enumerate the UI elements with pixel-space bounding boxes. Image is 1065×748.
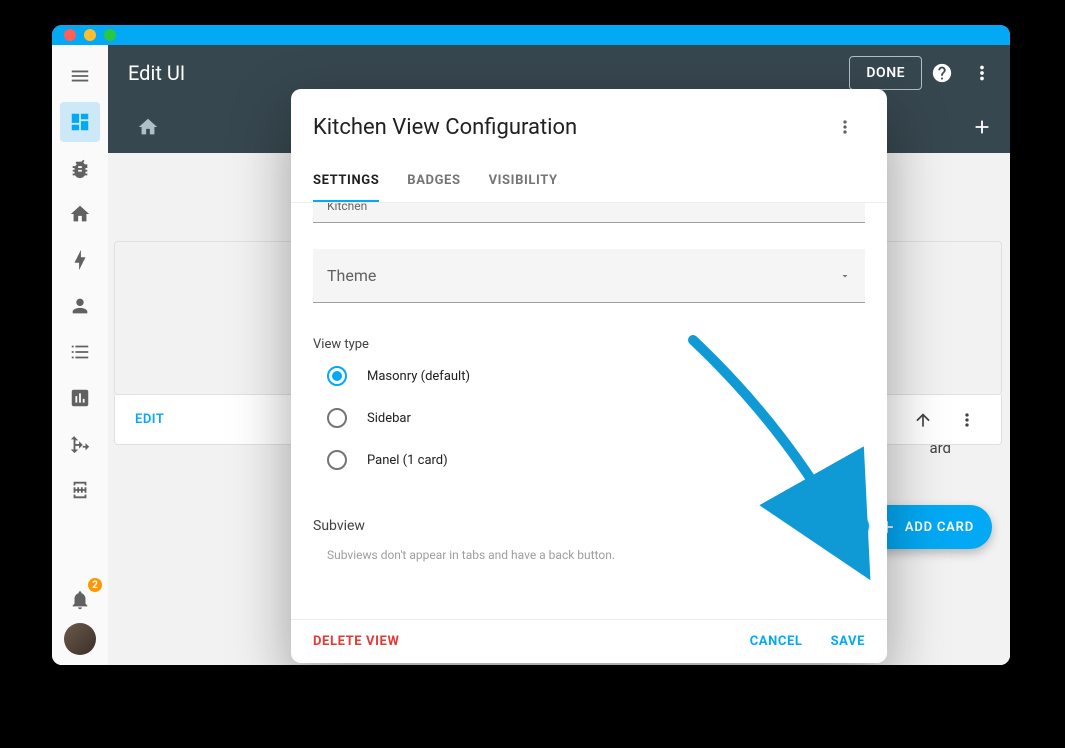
sidebar-item-home[interactable] (60, 194, 100, 234)
radio-panel[interactable]: Panel (1 card) (327, 450, 865, 470)
notification-badge: 2 (88, 578, 102, 592)
subview-label: Subview (313, 518, 365, 534)
name-field[interactable]: Kitchen (313, 203, 865, 223)
dialog-more-icon[interactable] (825, 107, 865, 147)
tab-settings[interactable]: SETTINGS (313, 163, 379, 202)
subview-toggle[interactable] (831, 518, 865, 534)
sidebar-item-person[interactable] (60, 286, 100, 326)
radio-sidebar[interactable]: Sidebar (327, 408, 865, 428)
sidebar-item-developer[interactable] (60, 470, 100, 510)
window-minimize-icon[interactable] (84, 29, 96, 41)
chevron-down-icon (839, 270, 851, 282)
app-shell: 2 Edit UI DONE (52, 45, 1010, 665)
menu-icon[interactable] (60, 56, 100, 96)
left-sidebar: 2 (52, 45, 108, 665)
view-type-label: View type (313, 337, 865, 352)
app-window: 2 Edit UI DONE (52, 25, 1010, 665)
view-type-radio-group: Masonry (default) Sidebar Panel (1 card) (313, 366, 865, 470)
radio-label: Masonry (default) (367, 369, 470, 384)
subview-help-text: Subviews don't appear in tabs and have a… (313, 548, 865, 562)
sidebar-item-energy[interactable] (60, 240, 100, 280)
tab-visibility[interactable]: VISIBILITY (489, 163, 558, 202)
avatar[interactable] (64, 623, 96, 655)
window-close-icon[interactable] (64, 29, 76, 41)
sidebar-item-overview[interactable] (60, 102, 100, 142)
delete-view-button[interactable]: DELETE VIEW (313, 634, 399, 649)
notifications-icon[interactable]: 2 (60, 580, 100, 620)
theme-label: Theme (327, 266, 376, 285)
radio-label: Sidebar (367, 411, 411, 426)
cancel-button[interactable]: CANCEL (750, 634, 803, 649)
view-config-dialog: Kitchen View Configuration SETTINGS BADG… (291, 89, 887, 663)
sidebar-item-list[interactable] (60, 332, 100, 372)
main-area: Edit UI DONE (108, 45, 1010, 665)
save-button[interactable]: SAVE (831, 634, 865, 649)
radio-label: Panel (1 card) (367, 453, 448, 468)
radio-icon (327, 450, 347, 470)
radio-masonry[interactable]: Masonry (default) (327, 366, 865, 386)
window-maximize-icon[interactable] (104, 29, 116, 41)
radio-icon (327, 366, 347, 386)
theme-select[interactable]: Theme (313, 249, 865, 303)
sidebar-item-stats[interactable] (60, 378, 100, 418)
dialog-title: Kitchen View Configuration (313, 115, 825, 140)
tab-badges[interactable]: BADGES (407, 163, 460, 202)
radio-icon (327, 408, 347, 428)
sidebar-item-debug[interactable] (60, 148, 100, 188)
mac-titlebar (52, 25, 1010, 45)
sidebar-item-transform[interactable] (60, 424, 100, 464)
